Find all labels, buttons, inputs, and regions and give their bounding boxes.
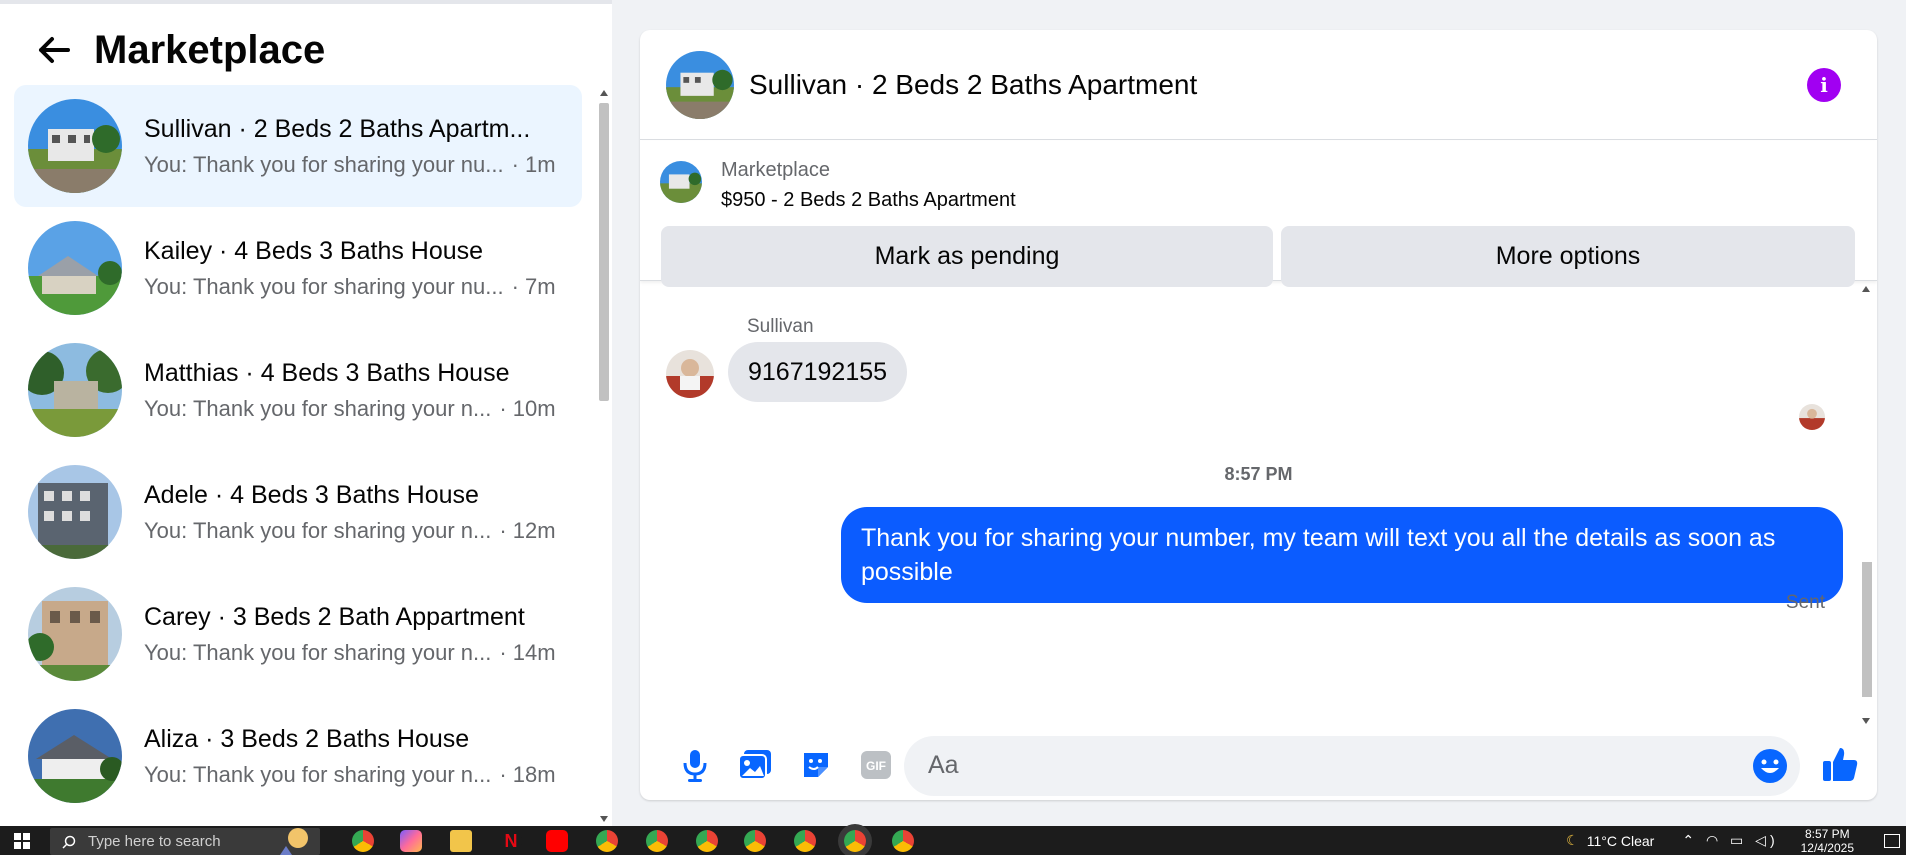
chrome-profile-icon[interactable] <box>596 830 618 852</box>
conversation-item[interactable]: Aliza · 3 Beds 2 Baths House You: Thank … <box>14 695 582 817</box>
taskbar-search[interactable]: Type here to search <box>50 828 320 855</box>
conversation-preview: You: Thank you for sharing your n... · 14… <box>144 639 556 665</box>
sent-status: Sent <box>1785 592 1825 613</box>
message-scrollbar[interactable] <box>1859 282 1873 728</box>
conversation-name: Matthias · 4 Beds 3 Baths House <box>144 358 510 387</box>
chrome-profile-icon[interactable] <box>794 830 816 852</box>
message-input[interactable]: Aa <box>904 736 1800 796</box>
conversation-item[interactable]: Matthias · 4 Beds 3 Baths House You: Tha… <box>14 329 582 451</box>
listing-avatar <box>28 343 122 437</box>
chrome-profile-icon[interactable] <box>696 830 718 852</box>
conversation-name: Sullivan · 2 Beds 2 Baths Apartm... <box>144 114 531 143</box>
emoji-icon[interactable] <box>1752 748 1788 784</box>
conversation-list: Sullivan · 2 Beds 2 Baths Apartm... You:… <box>14 85 582 817</box>
chrome-icon[interactable] <box>352 830 374 852</box>
listing-thumbnail[interactable] <box>660 161 702 203</box>
conversation-name: Carey · 3 Beds 2 Bath Appartment <box>144 602 525 631</box>
listing-avatar <box>28 709 122 803</box>
conversation-name: Kailey · 4 Beds 3 Baths House <box>144 236 484 265</box>
seen-receipt-avatar <box>1799 404 1825 430</box>
netflix-icon[interactable]: N <box>500 830 522 852</box>
conversation-panel: Marketplace Sullivan · 2 Beds 2 Baths Ap… <box>0 0 612 826</box>
listing-avatar <box>28 99 122 193</box>
search-icon <box>62 835 76 849</box>
conversation-scrollbar[interactable] <box>596 86 612 826</box>
mark-as-pending-button[interactable]: Mark as pending <box>661 226 1273 287</box>
weather-widget[interactable]: ☾ 11°C Clear <box>1566 832 1654 849</box>
marketplace-listing-bar: Marketplace $950 - 2 Beds 2 Baths Apartm… <box>640 141 1877 287</box>
scroll-down-arrow-icon[interactable] <box>1862 718 1870 724</box>
top-divider <box>0 0 612 4</box>
time-separator: 8:57 PM <box>1224 464 1293 484</box>
chrome-active-icon[interactable] <box>844 830 866 852</box>
panel-header: Marketplace <box>36 26 325 74</box>
message-thread: Sullivan 9167192155 8:57 PM Thank you fo… <box>640 282 1877 728</box>
thumbs-up-icon[interactable] <box>1818 742 1862 786</box>
conversation-item[interactable]: Kailey · 4 Beds 3 Baths House You: Thank… <box>14 207 582 329</box>
listing-avatar <box>28 221 122 315</box>
listing-avatar <box>28 465 122 559</box>
scroll-down-arrow-icon[interactable] <box>600 816 608 822</box>
conversation-preview: You: Thank you for sharing your n... · 18… <box>144 761 556 787</box>
conversation-item[interactable]: Carey · 3 Beds 2 Bath Appartment You: Th… <box>14 573 582 695</box>
conversation-name: Aliza · 3 Beds 2 Baths House <box>144 724 470 753</box>
chat-header: Sullivan · 2 Beds 2 Baths Apartment i <box>640 30 1877 140</box>
scroll-up-arrow-icon[interactable] <box>600 90 608 96</box>
chat-title[interactable]: Sullivan · 2 Beds 2 Baths Apartment <box>749 69 1197 101</box>
search-highlight-icon <box>278 828 308 855</box>
gif-icon[interactable]: GIF <box>857 746 895 784</box>
chrome-profile-icon[interactable] <box>646 830 668 852</box>
sender-avatar[interactable] <box>666 350 714 398</box>
back-arrow-icon[interactable] <box>36 32 72 68</box>
message-composer: GIF Aa <box>640 730 1877 800</box>
listing-title[interactable]: $950 - 2 Beds 2 Baths Apartment <box>721 189 1016 212</box>
message-placeholder: Aa <box>928 751 959 779</box>
copilot-icon[interactable] <box>400 830 422 852</box>
marketplace-label: Marketplace <box>721 159 830 181</box>
scrollbar-thumb[interactable] <box>1862 562 1872 697</box>
windows-start-icon[interactable] <box>14 833 30 849</box>
conversation-preview: You: Thank you for sharing your n... · 12… <box>144 517 556 543</box>
chat-window: Sullivan · 2 Beds 2 Baths Apartment i Ma… <box>640 30 1877 800</box>
moon-icon: ☾ <box>1566 832 1579 848</box>
notification-icon[interactable] <box>1884 833 1900 848</box>
conversation-preview: You: Thank you for sharing your nu... · 7… <box>144 273 556 299</box>
chat-avatar[interactable] <box>666 50 734 119</box>
windows-taskbar: Type here to search N ☾ 11°C Clear ⌃ ◠ ▭ … <box>0 826 1906 855</box>
youtube-icon[interactable] <box>546 830 568 852</box>
tray-icons[interactable]: ⌃ ◠ ▭ ◁) <box>1682 832 1778 849</box>
page-title: Marketplace <box>94 27 326 72</box>
file-explorer-icon[interactable] <box>450 830 472 852</box>
microphone-icon[interactable] <box>676 746 714 784</box>
photo-icon[interactable] <box>736 746 774 784</box>
sticker-icon[interactable] <box>797 746 835 784</box>
listing-avatar <box>28 587 122 681</box>
more-options-button[interactable]: More options <box>1281 226 1855 287</box>
conversation-item[interactable]: Sullivan · 2 Beds 2 Baths Apartm... You:… <box>14 85 582 207</box>
conversation-preview: You: Thank you for sharing your nu... · 1… <box>144 151 556 177</box>
sender-name: Sullivan <box>747 316 814 337</box>
chrome-profile-icon[interactable] <box>892 830 914 852</box>
chrome-profile-icon[interactable] <box>744 830 766 852</box>
outgoing-message[interactable]: Thank you for sharing your number, my te… <box>841 507 1843 603</box>
taskbar-clock[interactable]: 8:57 PM 12/4/2025 <box>1801 827 1854 855</box>
scroll-up-arrow-icon[interactable] <box>1862 286 1870 292</box>
conversation-preview: You: Thank you for sharing your n... · 10… <box>144 395 556 421</box>
incoming-message[interactable]: 9167192155 <box>728 342 908 402</box>
system-tray: ☾ 11°C Clear ⌃ ◠ ▭ ◁) 8:57 PM 12/4/2025 <box>1566 826 1906 855</box>
conversation-name: Adele · 4 Beds 3 Baths House <box>144 480 479 509</box>
svg-text:GIF: GIF <box>866 759 886 773</box>
conversation-item[interactable]: Adele · 4 Beds 3 Baths House You: Thank … <box>14 451 582 573</box>
scrollbar-thumb[interactable] <box>599 103 609 401</box>
info-icon[interactable]: i <box>1807 68 1841 102</box>
search-placeholder: Type here to search <box>88 833 221 850</box>
